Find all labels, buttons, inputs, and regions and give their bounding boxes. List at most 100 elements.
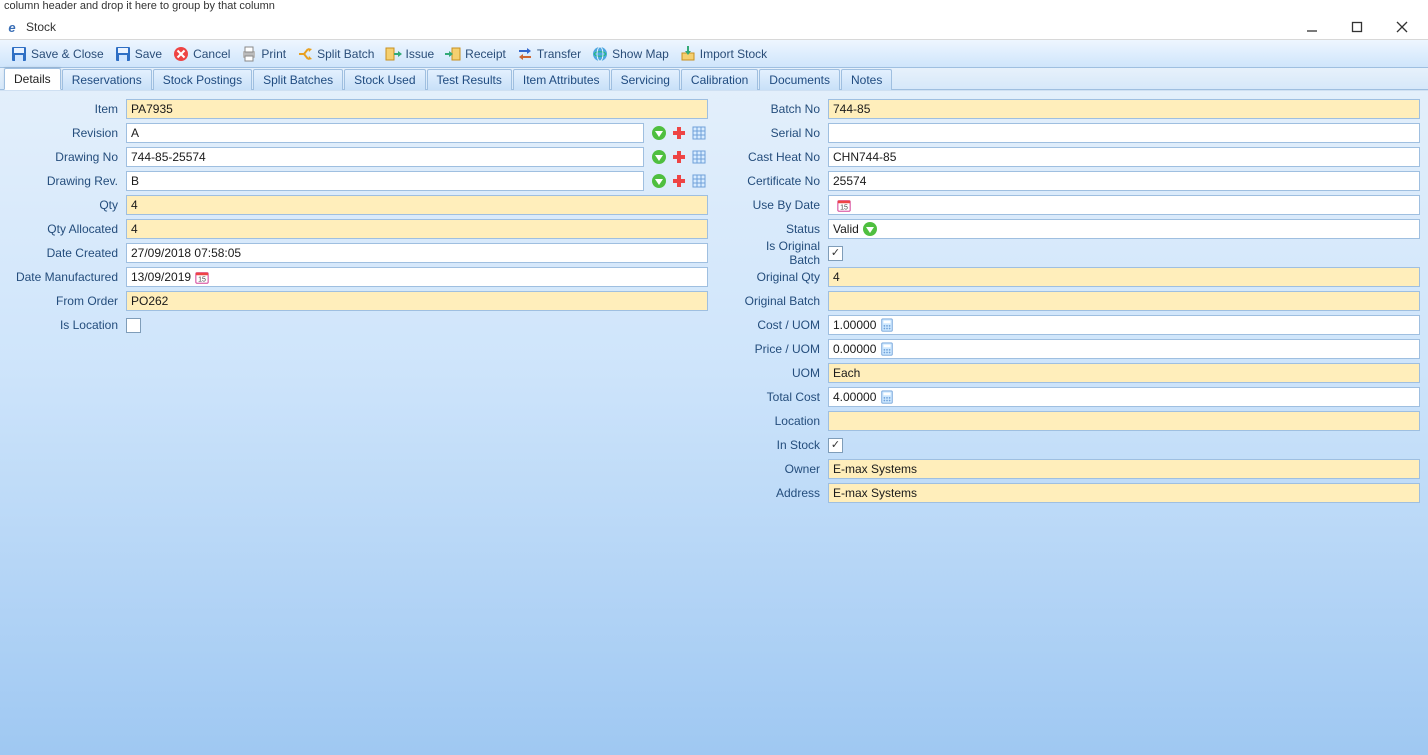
show-map-button[interactable]: Show Map (587, 44, 673, 64)
qty-allocated-label: Qty Allocated (8, 222, 122, 236)
tab-test-results[interactable]: Test Results (427, 69, 512, 90)
cancel-button[interactable]: Cancel (168, 44, 234, 64)
total-cost-field[interactable]: 4.00000 (828, 387, 1420, 407)
row-original-qty: Original Qty 4 (732, 265, 1420, 289)
cast-heat-no-field[interactable]: CHN744-85 (828, 147, 1420, 167)
certificate-no-value: 25574 (833, 174, 866, 188)
tab-documents[interactable]: Documents (759, 69, 840, 90)
uom-value: Each (833, 366, 860, 380)
price-uom-field[interactable]: 0.00000 (828, 339, 1420, 359)
status-dropdown-icon[interactable] (861, 220, 879, 238)
original-qty-field: 4 (828, 267, 1420, 287)
is-location-checkbox[interactable] (126, 318, 141, 333)
app-icon: e (4, 19, 20, 35)
status-field[interactable]: Valid (828, 219, 1420, 239)
revision-label: Revision (8, 126, 122, 140)
original-qty-label: Original Qty (732, 270, 824, 284)
row-batch-no: Batch No744-85 (732, 97, 1420, 121)
row-in-stock: In Stock (732, 433, 1420, 457)
issue-button[interactable]: Issue (380, 44, 438, 64)
drawing-no-value: 744-85-25574 (131, 150, 206, 164)
row-use-by-date: Use By Date15 (732, 193, 1420, 217)
maximize-button[interactable] (1334, 15, 1379, 40)
tab-item-attributes[interactable]: Item Attributes (513, 69, 610, 90)
certificate-no-field[interactable]: 25574 (828, 171, 1420, 191)
row-drawing-no: Drawing No744-85-25574 (8, 145, 708, 169)
date-created-label: Date Created (8, 246, 122, 260)
drawing-rev-grid-icon[interactable] (690, 172, 708, 190)
toolbtn-label: Transfer (537, 47, 581, 61)
cost-uom-label: Cost / UOM (732, 318, 824, 332)
tab-stock-postings[interactable]: Stock Postings (153, 69, 252, 90)
row-date-created: Date Created 27/09/2018 07:58:05 (8, 241, 708, 265)
date-created-value: 27/09/2018 07:58:05 (131, 246, 241, 260)
minimize-button[interactable] (1289, 15, 1334, 40)
tab-split-batches[interactable]: Split Batches (253, 69, 343, 90)
address-field: E-max Systems (828, 483, 1420, 503)
revision-grid-icon[interactable] (690, 124, 708, 142)
is-original-batch-label: Is Original Batch (732, 239, 824, 267)
drawing-rev-add-icon[interactable] (670, 172, 688, 190)
serial-no-field[interactable] (828, 123, 1420, 143)
row-serial-no: Serial No (732, 121, 1420, 145)
drawing-no-dropdown-icon[interactable] (650, 148, 668, 166)
serial-no-label: Serial No (732, 126, 824, 140)
tab-servicing[interactable]: Servicing (611, 69, 680, 90)
cost-uom-calculator-icon[interactable] (878, 316, 896, 334)
receipt-icon (444, 45, 462, 63)
tab-stock-used[interactable]: Stock Used (344, 69, 425, 90)
qty-field: 4 (126, 195, 708, 215)
in-stock-checkbox[interactable] (828, 438, 843, 453)
print-icon (240, 45, 258, 63)
date-manufactured-field[interactable]: 13/09/201915 (126, 267, 708, 287)
date-manufactured-calendar-icon[interactable]: 15 (193, 268, 211, 286)
price-uom-label: Price / UOM (732, 342, 824, 356)
close-button[interactable] (1379, 15, 1424, 40)
toolbtn-label: Import Stock (700, 47, 767, 61)
revision-dropdown-icon[interactable] (650, 124, 668, 142)
transfer-icon (516, 45, 534, 63)
split-batch-button[interactable]: Split Batch (292, 44, 378, 64)
tab-calibration[interactable]: Calibration (681, 69, 758, 90)
svg-text:15: 15 (840, 204, 848, 211)
tab-reservations[interactable]: Reservations (62, 69, 152, 90)
drawing-rev-dropdown-icon[interactable] (650, 172, 668, 190)
drawing-no-grid-icon[interactable] (690, 148, 708, 166)
row-price-uom: Price / UOM 0.00000 (732, 337, 1420, 361)
titlebar: e Stock (0, 15, 1428, 40)
save-icon (114, 45, 132, 63)
row-qty: Qty4 (8, 193, 708, 217)
split-icon (296, 45, 314, 63)
date-manufactured-label: Date Manufactured (8, 270, 122, 284)
save-button[interactable]: Save (110, 44, 166, 64)
status-value: Valid (833, 222, 859, 236)
price-uom-calculator-icon[interactable] (878, 340, 896, 358)
save-close-button[interactable]: Save & Close (6, 44, 108, 64)
drawing-rev-label: Drawing Rev. (8, 174, 122, 188)
total-cost-calculator-icon[interactable] (878, 388, 896, 406)
print-button[interactable]: Print (236, 44, 290, 64)
tab-notes[interactable]: Notes (841, 69, 892, 90)
revision-add-icon[interactable] (670, 124, 688, 142)
date-created-field[interactable]: 27/09/2018 07:58:05 (126, 243, 708, 263)
drawing-rev-value: B (131, 174, 139, 188)
map-icon (591, 45, 609, 63)
drawing-no-add-icon[interactable] (670, 148, 688, 166)
row-item: ItemPA7935 (8, 97, 708, 121)
import-stock-button[interactable]: Import Stock (675, 44, 771, 64)
receipt-button[interactable]: Receipt (440, 44, 510, 64)
is-original-batch-checkbox[interactable] (828, 246, 843, 261)
drawing-no-field[interactable]: 744-85-25574 (126, 147, 644, 167)
item-label: Item (8, 102, 122, 116)
svg-text:15: 15 (198, 276, 206, 283)
total-cost-value: 4.00000 (833, 390, 876, 404)
revision-field[interactable]: A (126, 123, 644, 143)
cost-uom-field[interactable]: 1.00000 (828, 315, 1420, 335)
uom-label: UOM (732, 366, 824, 380)
drawing-rev-field[interactable]: B (126, 171, 644, 191)
use-by-date-calendar-icon[interactable]: 15 (835, 196, 853, 214)
use-by-date-field[interactable]: 15 (828, 195, 1420, 215)
transfer-button[interactable]: Transfer (512, 44, 585, 64)
tab-details[interactable]: Details (4, 68, 61, 90)
toolbar: Save & CloseSaveCancelPrintSplit BatchIs… (0, 40, 1428, 68)
